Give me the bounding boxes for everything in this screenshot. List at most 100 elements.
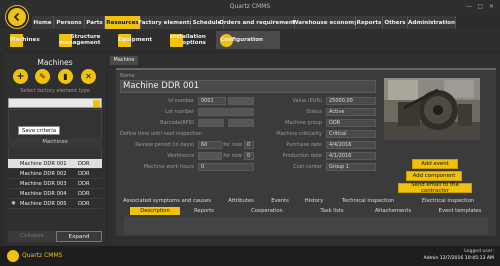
value-field[interactable]: 25000,00 [326, 97, 376, 105]
tab-others[interactable]: Others [383, 16, 408, 29]
status-bar: Quartz CMMS Logged user: Admin 12/7/2016… [0, 246, 500, 266]
machines-panel: Machines + ✎ ▮ ✕ Select factory element … [4, 53, 106, 245]
rfid-field[interactable] [228, 119, 254, 127]
tab-events[interactable]: Events [264, 198, 296, 204]
status-field[interactable]: Active [326, 108, 376, 116]
document-icon: ▮ [63, 72, 68, 81]
machine-group-label: Machine group [284, 120, 322, 126]
tab-history[interactable]: History [296, 198, 332, 204]
workhours-label: Workhours [167, 153, 194, 159]
tab-factory-elements[interactable]: Factory elements [138, 16, 193, 29]
tab-parts[interactable]: Parts [85, 16, 105, 29]
panel-title: Machines [37, 58, 73, 67]
save-criteria-button[interactable]: Save criteria [18, 126, 60, 135]
ribbon-configuration[interactable]: Configuration [216, 31, 280, 49]
window-title: Quartz CMMS [229, 3, 271, 10]
machine-work-hours-field[interactable]: 0 [198, 163, 254, 171]
collapse-button[interactable]: Collapse [8, 231, 56, 242]
barcode-field[interactable] [198, 119, 224, 127]
factory-element-type-select[interactable] [8, 98, 102, 108]
tab-reports[interactable]: Reports [180, 208, 228, 214]
app-name: Quartz CMMS [22, 252, 63, 259]
purchase-date-field[interactable]: 4/4/2016 [326, 141, 376, 149]
review-period-label: Review period (in days) [135, 142, 194, 148]
tab-technical-inspection[interactable]: Technical inspection [332, 198, 404, 204]
workhours-field[interactable] [198, 152, 222, 160]
tab-administration[interactable]: Administration [408, 16, 456, 29]
barcode-label: Barcode/RFID [160, 120, 194, 126]
expand-button[interactable]: Expand [56, 231, 102, 242]
machine-row[interactable]: ✹ Machine DDR 005 DDR [8, 199, 102, 209]
ribbon-equipment[interactable]: Equipment [118, 31, 152, 49]
lot-number-field[interactable] [198, 108, 254, 116]
tab-resources[interactable]: Resources [105, 16, 141, 29]
machine-row[interactable]: Machine DDR 001 DDR [8, 159, 102, 169]
production-date-field[interactable]: 4/1/2016 [326, 152, 376, 160]
machine-image [384, 78, 480, 140]
id-number-field[interactable]: 0001 [198, 97, 226, 105]
name-field[interactable]: Machine DDR 001 [120, 80, 376, 93]
tab-warehouse[interactable]: Warehouse economy [292, 16, 358, 29]
criticality-field[interactable]: Critical [326, 130, 376, 138]
ribbon-structure-management[interactable]: Structure management [59, 31, 100, 49]
copy-button[interactable]: ▮ [58, 69, 73, 84]
back-button[interactable] [6, 6, 28, 28]
tab-persons[interactable]: Persons [54, 16, 85, 29]
logged-user-label: Logged user: [464, 249, 494, 254]
criticality-label: Machine criticality [276, 131, 322, 137]
cost-center-field[interactable]: Group 1 [326, 163, 376, 171]
id-number-extra[interactable] [228, 97, 254, 105]
machine-row[interactable]: Machine DDR 002 DDR [8, 169, 102, 179]
send-email-button[interactable]: Send email to the contractor [398, 182, 472, 194]
lot-number-label: Lot number [165, 109, 194, 115]
tab-description[interactable]: Description [130, 207, 180, 215]
title-bar: Quartz CMMS — □ ✕ [0, 0, 500, 16]
chevron-down-icon [93, 100, 100, 107]
machine-card: Name Machine DDR 001 Id number 0001 Lot … [116, 68, 496, 236]
minimize-icon[interactable]: — [466, 3, 472, 10]
purchase-date-label: Purchase date [286, 142, 322, 148]
add-button[interactable]: + [13, 69, 28, 84]
tab-cooperation[interactable]: Cooperation [228, 208, 306, 214]
edit-button[interactable]: ✎ [35, 69, 50, 84]
ribbon-toolbar: Machines Structure management Equipment I… [0, 29, 500, 51]
tab-event-templates[interactable]: Event templates [428, 208, 492, 214]
tab-electrical-inspection[interactable]: Electrical inspection [404, 198, 492, 204]
machine-work-hours-label: Machine work hours [143, 164, 194, 170]
define-time-label: Define time until next inspection [120, 131, 202, 137]
machine-group-field[interactable]: DDR [326, 119, 376, 127]
tab-orders[interactable]: Orders and requirements [219, 16, 299, 29]
arrow-left-icon [13, 12, 20, 22]
description-content [124, 217, 488, 235]
new-row-icon: ✹ [11, 200, 17, 207]
for-now-label: for now [223, 142, 242, 148]
maximize-icon[interactable]: □ [477, 3, 483, 10]
add-component-button[interactable]: Add component [406, 171, 462, 181]
tab-symptoms-causes[interactable]: Associated symptoms and causes [116, 198, 218, 204]
plus-icon: + [16, 71, 25, 82]
tab-attachements[interactable]: Attachements [358, 208, 428, 214]
value-label: Value (EUR) [292, 98, 322, 104]
workhours-now-field[interactable]: 0 [244, 152, 254, 160]
for-now-label: for now [223, 153, 242, 159]
close-icon: ✕ [85, 72, 92, 81]
tab-home[interactable]: Home [32, 16, 54, 29]
review-now-field[interactable]: 0 [244, 141, 254, 149]
machines-column-header: Machines [8, 138, 102, 147]
tab-machine[interactable]: Machine [110, 56, 138, 65]
name-label: Name [120, 73, 135, 79]
machine-row[interactable]: Machine DDR 004 DDR [8, 189, 102, 199]
tab-reports[interactable]: Reports [356, 16, 383, 29]
ribbon-installation-options[interactable]: Installation options [170, 31, 206, 49]
machine-photo [384, 78, 480, 140]
tab-task-lists[interactable]: Task lists [306, 208, 358, 214]
cost-center-label: Cost center [293, 164, 322, 170]
delete-button[interactable]: ✕ [81, 69, 96, 84]
close-icon[interactable]: ✕ [489, 3, 494, 10]
add-event-button[interactable]: Add event [412, 159, 458, 169]
main-navigation: Home Persons Parts Resources Factory ele… [32, 16, 500, 29]
tab-attributes[interactable]: Attributes [218, 198, 264, 204]
machine-row[interactable]: Machine DDR 003 DDR [8, 179, 102, 189]
review-period-field[interactable]: 60 [198, 141, 222, 149]
ribbon-machines[interactable]: Machines [10, 31, 40, 49]
